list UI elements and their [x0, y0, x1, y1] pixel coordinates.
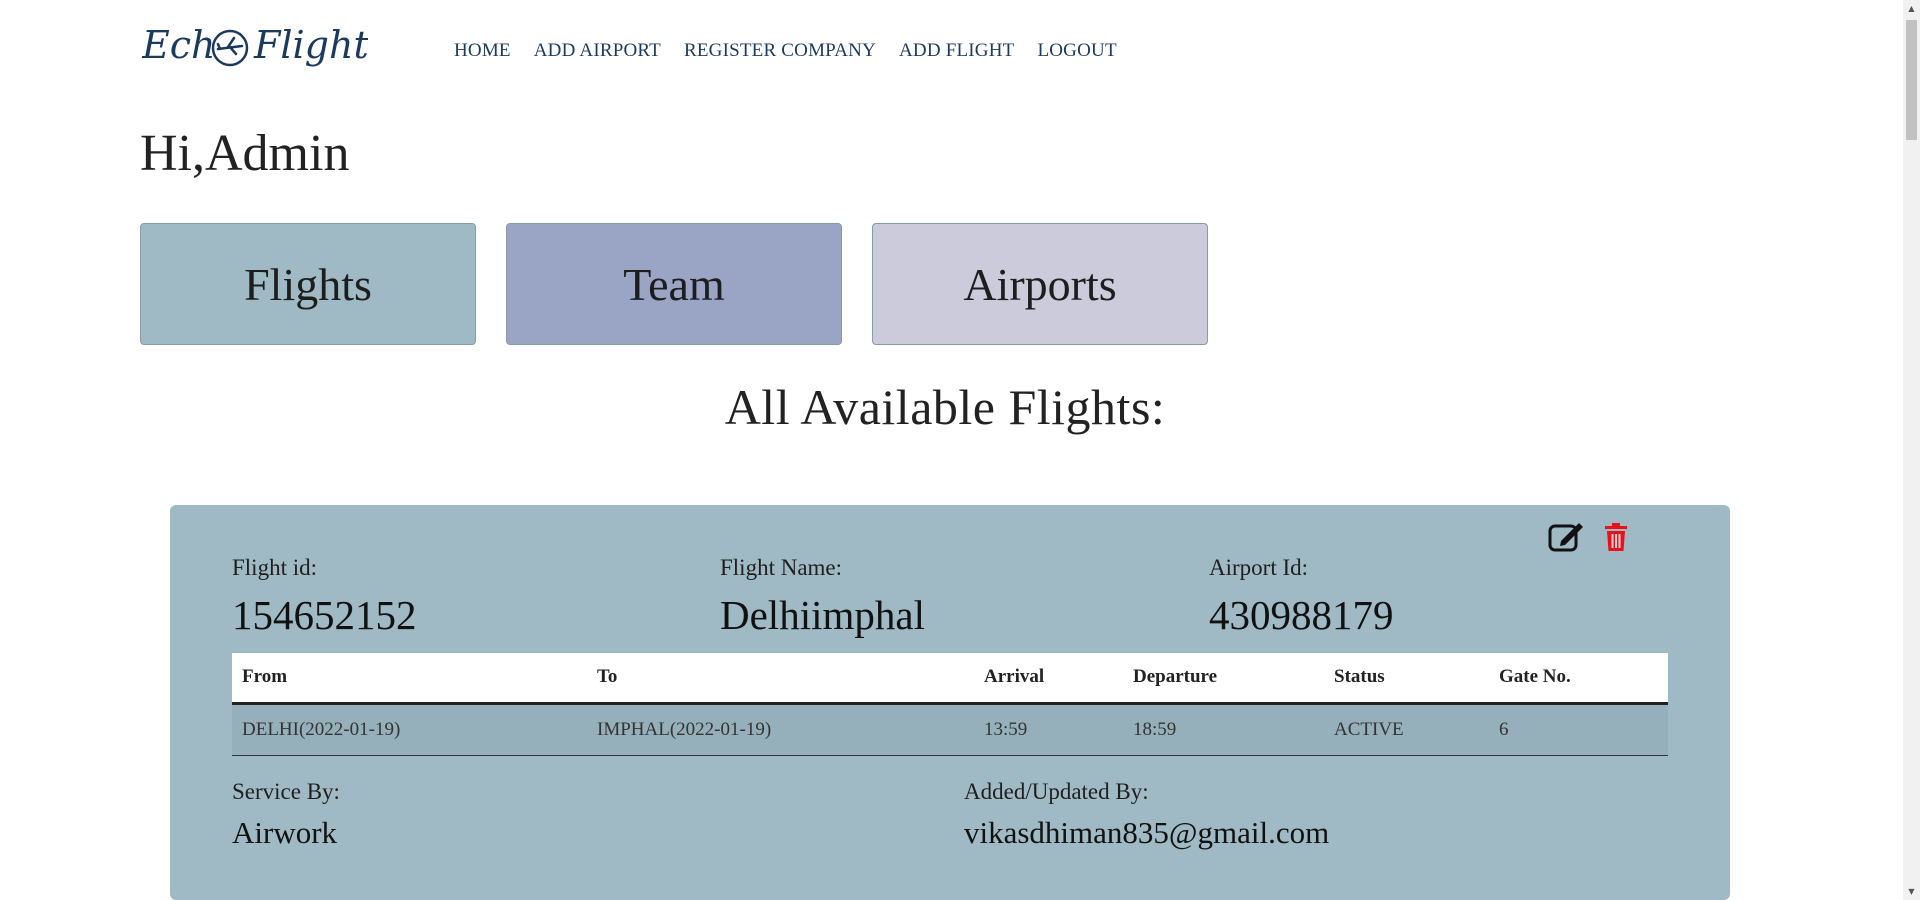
flight-schedule-table: From To Arrival Departure Status Gate No… — [232, 653, 1668, 756]
cell-departure: 18:59 — [1123, 703, 1324, 756]
delete-button[interactable] — [1596, 519, 1636, 555]
svg-text:Ech: Ech — [142, 23, 216, 67]
updated-by-value: vikasdhiman835@gmail.com — [964, 815, 1330, 850]
flight-name-field: Flight Name: Delhiimphal — [720, 555, 925, 639]
tile-team[interactable]: Team — [506, 223, 842, 345]
cell-from: DELHI(2022-01-19) — [232, 703, 587, 756]
nav-logout[interactable]: LOGOUT — [1037, 40, 1116, 62]
flight-id-field: Flight id: 154652152 — [232, 555, 417, 639]
tile-flights[interactable]: Flights — [140, 223, 476, 345]
col-from: From — [232, 653, 587, 705]
table-header-row: From To Arrival Departure Status Gate No… — [232, 653, 1668, 705]
service-by-label: Service By: — [232, 779, 340, 804]
cell-to: IMPHAL(2022-01-19) — [587, 703, 974, 756]
nav-add-flight[interactable]: ADD FLIGHT — [899, 40, 1014, 62]
updated-by-label: Added/Updated By: — [964, 779, 1149, 804]
col-to: To — [587, 653, 974, 705]
cell-arrival: 13:59 — [974, 703, 1123, 756]
cell-gate: 6 — [1489, 703, 1668, 756]
airport-id-label: Airport Id: — [1209, 555, 1309, 580]
col-gate: Gate No. — [1489, 653, 1668, 705]
scrollbar-thumb[interactable] — [1906, 20, 1917, 140]
scroll-up-arrow-icon[interactable]: ▲ — [1903, 0, 1920, 17]
brand-logo[interactable]: Ech Flights — [141, 14, 388, 78]
col-arrival: Arrival — [974, 653, 1123, 705]
flight-card: Flight id: 154652152 Flight Name: Delhii… — [170, 505, 1730, 900]
logo-graphic: Ech Flights — [141, 23, 388, 67]
edit-icon — [1548, 523, 1583, 552]
flight-id-label: Flight id: — [232, 555, 317, 580]
main-nav: HOME ADD AIRPORT REGISTER COMPANY ADD FL… — [454, 40, 1140, 62]
dashboard-tiles: Flights Team Airports — [140, 223, 1208, 345]
svg-text:Flights: Flights — [253, 23, 368, 67]
airport-id-value: 430988179 — [1209, 592, 1394, 638]
flight-name-value: Delhiimphal — [720, 592, 925, 638]
tile-airports[interactable]: Airports — [872, 223, 1208, 345]
section-title: All Available Flights: — [724, 379, 1166, 435]
updated-by-field: Added/Updated By: vikasdhiman835@gmail.c… — [964, 779, 1329, 851]
greeting-heading: Hi,Admin — [140, 125, 350, 182]
flight-id-value: 154652152 — [232, 592, 417, 638]
flight-name-label: Flight Name: — [720, 555, 843, 580]
airport-id-field: Airport Id: 430988179 — [1209, 555, 1394, 639]
col-departure: Departure — [1123, 653, 1324, 705]
nav-register-company[interactable]: REGISTER COMPANY — [684, 40, 876, 62]
nav-home[interactable]: HOME — [454, 40, 511, 62]
col-status: Status — [1324, 653, 1489, 705]
vertical-scrollbar[interactable]: ▲ ▼ — [1903, 0, 1920, 900]
cell-status: ACTIVE — [1324, 703, 1489, 756]
trash-icon — [1605, 523, 1627, 551]
card-actions — [1546, 519, 1636, 555]
scroll-down-arrow-icon[interactable]: ▼ — [1903, 883, 1920, 900]
edit-button[interactable] — [1546, 519, 1586, 555]
service-by-value: Airwork — [232, 815, 338, 850]
nav-add-airport[interactable]: ADD AIRPORT — [534, 40, 661, 62]
table-row: DELHI(2022-01-19) IMPHAL(2022-01-19) 13:… — [232, 703, 1668, 756]
service-by-field: Service By: Airwork — [232, 779, 340, 851]
